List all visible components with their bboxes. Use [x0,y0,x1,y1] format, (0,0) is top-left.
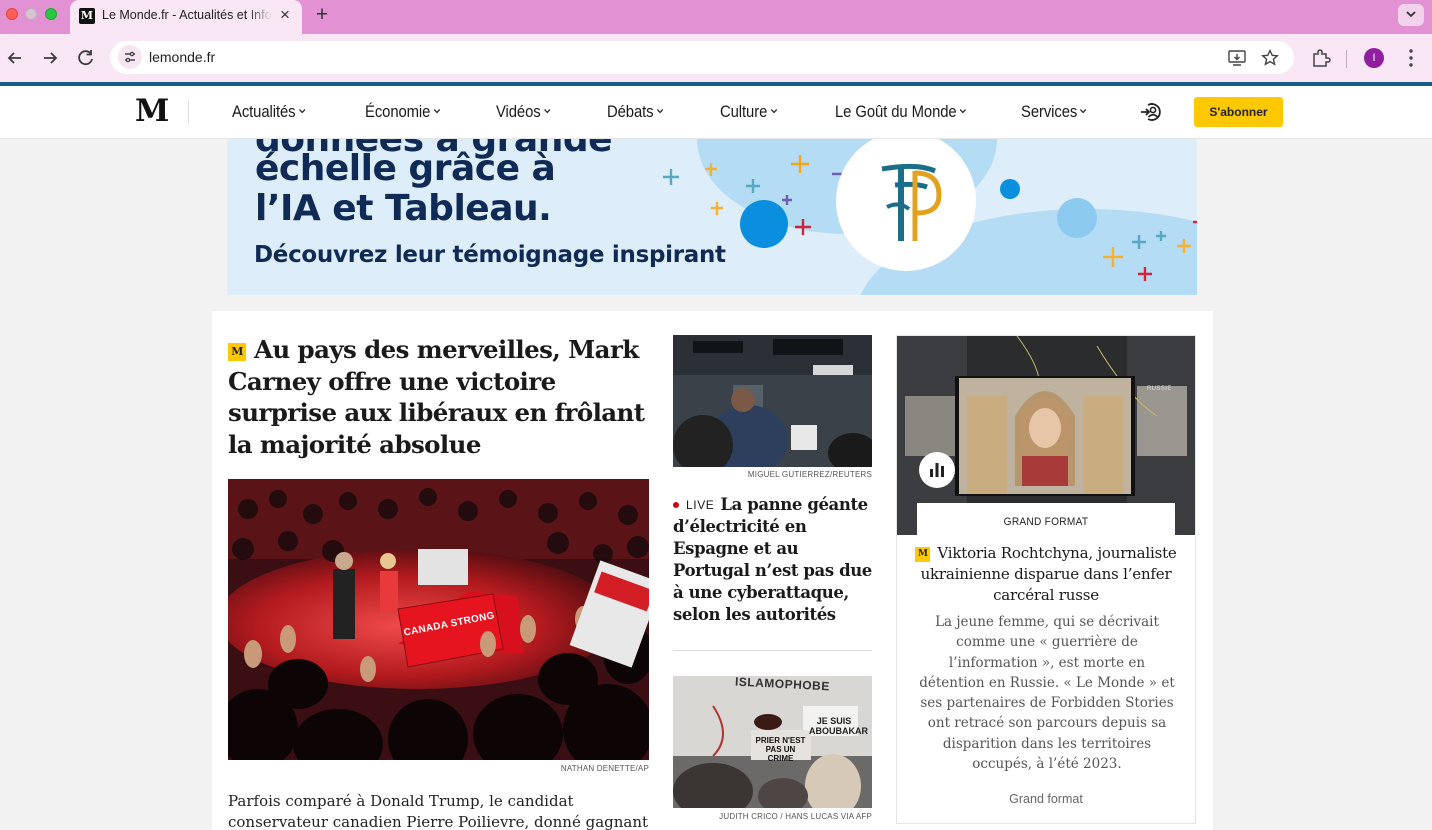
browser-tab-active[interactable]: M Le Monde.fr - Actualités et Infos × [70,0,302,34]
protest-sign-text: JE SUIS ABOUBAKAR [809,716,868,736]
grand-format-label-box: GRAND FORMAT [917,503,1175,543]
grand-format-card[interactable]: RUSSIE GRAND FORMAT M Viktoria Rochtchyna… [896,335,1196,824]
rally-photo [228,479,649,760]
grand-format-link[interactable]: Grand format [897,792,1195,806]
url-text: lemonde.fr [149,49,216,65]
chevron-down-icon [433,108,440,114]
nav-economie[interactable]: Économie [365,103,440,122]
main-content: M Au pays des merveilles, Mark Carney off… [212,311,1213,830]
photo-credit: NATHAN DENETTE/AP [560,764,649,773]
main-article-title-text: Au pays des merveilles, Mark Carney offr… [228,335,645,459]
nav-culture[interactable]: Culture [720,103,777,122]
nav-label: Culture [720,103,768,121]
profile-avatar[interactable]: I [1364,48,1384,68]
nav-label: Le Goût du Monde [835,103,957,121]
nav-debats[interactable]: Débats [607,103,663,122]
header-divider [188,100,189,124]
minimize-window-button[interactable] [25,8,37,20]
browser-toolbar: lemonde.fr I [0,34,1432,82]
ad-subline: Découvrez leur témoignage inspirant [254,242,726,268]
install-app-icon[interactable] [1227,48,1247,68]
reload-icon[interactable] [74,46,98,70]
ad-banner[interactable]: données à grande échelle grâce à l’IA et… [227,139,1197,295]
subscribe-button[interactable]: S'abonner [1194,97,1283,127]
chevron-down-icon [298,108,305,114]
tab-close-icon[interactable]: × [277,6,293,24]
new-tab-plus-icon[interactable]: + [312,3,332,27]
nav-label: Débats [607,103,654,121]
grand-format-title-text: Viktoria Rochtchyna, journaliste ukraini… [920,544,1177,604]
nav-label: Services [1021,103,1078,121]
grand-format-label: GRAND FORMAT [1003,516,1089,528]
maximize-window-button[interactable] [45,8,57,20]
nav-le-gout-du-monde[interactable]: Le Goût du Monde [835,103,966,122]
chevron-down-icon [656,108,663,114]
live-dot-icon [673,502,679,508]
nav-label: Économie [365,103,431,121]
site-header: M Actualités Économie Vidéos Débats Cult… [0,86,1432,139]
site-info-tune-icon[interactable] [118,45,142,69]
tab-title: Le Monde.fr - Actualités et Infos [102,8,272,22]
main-article-image[interactable]: CANADA STRONG [228,479,649,760]
side-article-image[interactable] [673,335,872,467]
le-monde-favicon-icon: M [79,8,95,24]
le-monde-logo[interactable]: M [135,96,169,127]
close-window-button[interactable] [6,8,18,20]
main-article-lead: Parfois comparé à Donald Trump, le candi… [228,792,649,830]
ad-headline-line: échelle grâce à [255,148,556,189]
toolbar-divider [1346,50,1347,68]
subscriber-badge-icon: M [915,547,931,562]
nav-label: Actualités [232,103,296,121]
article-divider [673,650,872,651]
side-article2-image[interactable]: ISLAMOPHOBE JE SUIS ABOUBAKAR PRIER N'ES… [673,676,872,808]
login-account-icon[interactable] [1139,101,1163,123]
nav-services[interactable]: Services [1021,103,1087,122]
tab-search-chevron-icon[interactable] [1398,4,1424,26]
protest-sign-text: PRIER N'EST PAS UN CRIME [755,736,806,763]
browser-menu-kebab-icon[interactable] [1400,47,1422,69]
back-arrow-icon[interactable] [3,46,27,70]
nav-videos[interactable]: Vidéos [496,103,551,122]
nav-actualites[interactable]: Actualités [232,103,305,122]
address-bar[interactable]: lemonde.fr [110,41,1294,74]
ad-headline-line: l’IA et Tableau. [255,188,552,229]
chevron-down-icon [959,108,966,114]
browser-tab-bar: M Le Monde.fr - Actualités et Infos × + [0,0,1432,34]
chevron-down-icon [1080,108,1087,114]
live-badge: LIVE [686,498,715,512]
station-photo [673,335,872,467]
side-article-title[interactable]: LIVE La panne géante d’électricité en Esp… [673,494,875,626]
chevron-down-icon [770,108,777,114]
bookmark-star-icon[interactable] [1260,48,1280,68]
audio-bars-icon[interactable] [919,452,955,488]
map-label: RUSSIE [1147,386,1172,392]
forward-arrow-icon[interactable] [38,46,62,70]
chevron-down-icon [543,108,551,114]
extensions-puzzle-icon[interactable] [1310,47,1332,69]
grand-format-summary: La jeune femme, qui se décrivait comme u… [919,614,1175,773]
grand-format-title[interactable]: M Viktoria Rochtchyna, journaliste ukrain… [911,543,1181,606]
photo-credit: MIGUEL GUTIERREZ/REUTERS [747,470,872,479]
nav-label: Vidéos [496,103,541,121]
main-article-title[interactable]: M Au pays des merveilles, Mark Carney off… [228,334,653,460]
photo-credit: JUDITH CRICO / HANS LUCAS VIA AFP [719,812,872,821]
subscriber-badge-icon: M [228,343,246,361]
